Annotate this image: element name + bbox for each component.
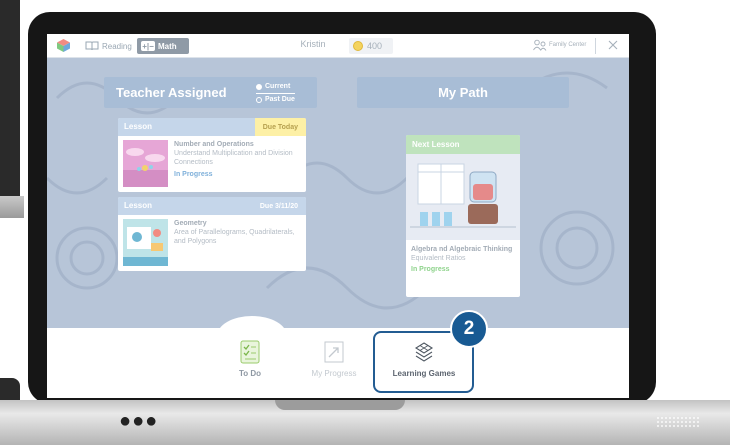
next-lesson-card[interactable]: Next Lesson Algebra nd Algebraic Thinkin… — [406, 135, 520, 297]
lesson-card[interactable]: Lesson Due 3/11/20 Geometry Area of Para… — [118, 197, 306, 271]
book-icon — [85, 41, 99, 51]
teacher-assigned-title: Teacher Assigned — [116, 85, 227, 100]
tab-math-label: Math — [158, 41, 177, 51]
due-badge: Due 3/11/20 — [259, 202, 298, 210]
lesson-description: Area of Parallelograms, Quadrilaterals, … — [174, 229, 295, 245]
close-icon[interactable] — [607, 39, 619, 51]
my-path-header[interactable]: My Path — [357, 77, 569, 108]
user-name: Kristin — [300, 39, 326, 49]
next-lesson-header: Next Lesson — [406, 135, 520, 154]
filter-current-label: Current — [265, 83, 291, 90]
coin-balance: 400 — [349, 38, 393, 54]
radio-unselected-icon — [256, 97, 262, 103]
app-bar: Reading +|− Math Kristin 400 Family Cent… — [47, 34, 629, 58]
lesson-card-header: Lesson Due Today — [118, 118, 306, 136]
tab-reading-label: Reading — [102, 41, 132, 51]
lesson-status: In Progress — [174, 171, 213, 178]
nav-todo[interactable]: To Do — [210, 334, 290, 378]
step-number-badge: 2 — [450, 310, 488, 348]
arrow-chart-icon — [324, 341, 344, 363]
nav-todo-label: To Do — [238, 369, 262, 378]
math-icon: +|− — [141, 41, 155, 51]
background-device-stand — [0, 196, 24, 218]
lesson-thumbnail — [123, 140, 168, 187]
family-center-label: Family Center — [549, 42, 587, 48]
app-screen: Reading +|− Math Kristin 400 Family Cent… — [47, 34, 629, 398]
nav-my-progress-label: My Progress — [311, 369, 357, 378]
checklist-icon — [240, 340, 260, 364]
next-lesson-body: Algebra nd Algebraic Thinking Equivalent… — [411, 245, 516, 274]
speaker-grill — [656, 416, 700, 428]
tab-reading[interactable]: Reading — [85, 38, 132, 54]
filter-past-due[interactable]: Past Due — [256, 95, 295, 105]
teacher-assigned-header: Teacher Assigned Current Past Due — [104, 77, 317, 108]
next-lesson-subject: Algebra nd Algebraic Thinking — [411, 246, 513, 253]
lesson-card-body: Number and Operations Understand Multipl… — [174, 140, 302, 179]
coin-icon — [353, 41, 363, 51]
filter-current[interactable]: Current — [256, 82, 295, 94]
assignment-filter: Current Past Due — [256, 82, 295, 105]
next-lesson-status: In Progress — [411, 266, 450, 273]
cube-logo-icon — [57, 39, 70, 52]
laptop-dots: ●●● — [119, 410, 159, 432]
tab-math[interactable]: +|− Math — [137, 38, 189, 54]
lesson-thumbnail — [123, 219, 168, 266]
people-icon — [533, 39, 547, 51]
lesson-card[interactable]: Lesson Due Today Number and Operations U… — [118, 118, 306, 192]
filter-past-due-label: Past Due — [265, 96, 295, 103]
due-badge: Due Today — [254, 118, 306, 136]
lesson-card-header: Lesson Due 3/11/20 — [118, 197, 306, 215]
radio-selected-icon — [256, 84, 262, 90]
family-center-link[interactable]: Family Center — [533, 39, 586, 51]
next-lesson-description: Equivalent Ratios — [411, 255, 466, 262]
laptop-notch — [275, 400, 405, 410]
next-lesson-thumbnail — [406, 154, 520, 240]
coin-count: 400 — [367, 41, 383, 51]
nav-my-progress[interactable]: My Progress — [294, 334, 374, 378]
lesson-card-label: Lesson — [124, 122, 153, 131]
lesson-card-label: Lesson — [124, 201, 153, 210]
lesson-card-body: Geometry Area of Parallelograms, Quadril… — [174, 219, 302, 246]
lesson-subject: Geometry — [174, 220, 207, 227]
app-bar-divider — [595, 38, 596, 54]
background-device-top — [0, 0, 20, 212]
lesson-description: Understand Multiplication and Division C… — [174, 150, 293, 166]
lesson-subject: Number and Operations — [174, 141, 254, 148]
